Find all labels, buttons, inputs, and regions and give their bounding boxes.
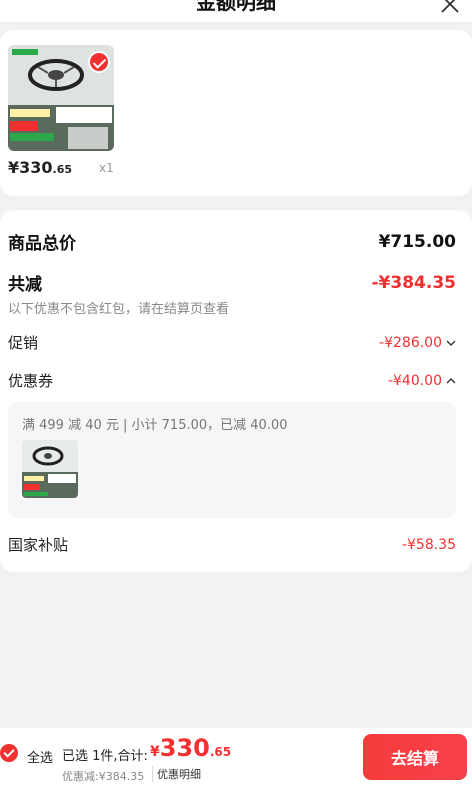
- subsidy-label: 国家补贴: [8, 536, 69, 554]
- promo-value: -¥286.00: [379, 334, 442, 351]
- coupon-row[interactable]: 优惠券 -¥40.00: [8, 370, 456, 391]
- promo-row[interactable]: 促销 -¥286.00: [8, 332, 456, 353]
- check-icon[interactable]: [88, 51, 110, 73]
- discount-note: 以下优惠不包含红包，请在结算页查看: [8, 302, 230, 317]
- select-all-check-icon[interactable]: [0, 744, 18, 762]
- coupon-value-wrap[interactable]: -¥40.00: [388, 373, 456, 389]
- header: 金额明细: [0, 0, 472, 22]
- footer-total-price: ¥330.65: [150, 734, 232, 762]
- chevron-down-icon: [446, 340, 456, 346]
- checkout-button[interactable]: 去结算: [363, 734, 467, 780]
- coupon-detail-text: 满 499 减 40 元 | 小计 715.00，已减 40.00: [22, 418, 288, 433]
- coupon-detail-box: 满 499 减 40 元 | 小计 715.00，已减 40.00: [8, 402, 456, 518]
- promo-value-wrap[interactable]: -¥286.00: [379, 335, 456, 351]
- reduce-value: -¥384.35: [371, 272, 457, 293]
- total-value: ¥715.00: [378, 231, 456, 252]
- total-row: 商品总价 ¥715.00: [8, 229, 456, 255]
- chevron-up-icon: [446, 377, 456, 383]
- product-card: ¥330.65 x1: [0, 30, 472, 196]
- reduce-label: 共减: [8, 275, 42, 295]
- subsidy-value: -¥58.35: [401, 536, 456, 553]
- selected-count-text: 已选 1件,合计:: [62, 749, 148, 764]
- subsidy-row: 国家补贴 -¥58.35: [8, 534, 456, 555]
- product-quantity: x1: [99, 161, 114, 175]
- discount-summary: 优惠减:¥384.35: [62, 770, 145, 783]
- discount-detail-link[interactable]: 优惠明细: [152, 766, 201, 782]
- total-label: 商品总价: [8, 234, 76, 254]
- promo-label: 促销: [8, 334, 39, 352]
- coupon-label: 优惠券: [8, 372, 54, 390]
- page-title: 金额明细: [196, 0, 276, 14]
- amount-detail-card: 商品总价 ¥715.00 共减 -¥384.35 以下优惠不包含红包，请在结算页…: [0, 210, 472, 572]
- product-price: ¥330.65: [8, 158, 73, 177]
- coupon-product-image: [22, 440, 78, 498]
- close-icon[interactable]: [438, 0, 462, 16]
- reduce-row: 共减 -¥384.35: [8, 270, 457, 296]
- coupon-value: -¥40.00: [387, 372, 442, 389]
- checkout-bar: 全选 已选 1件,合计: ¥330.65 优惠减:¥384.35 优惠明细 去结…: [0, 728, 472, 796]
- select-all-label[interactable]: 全选: [27, 747, 53, 766]
- product-image[interactable]: [8, 45, 114, 151]
